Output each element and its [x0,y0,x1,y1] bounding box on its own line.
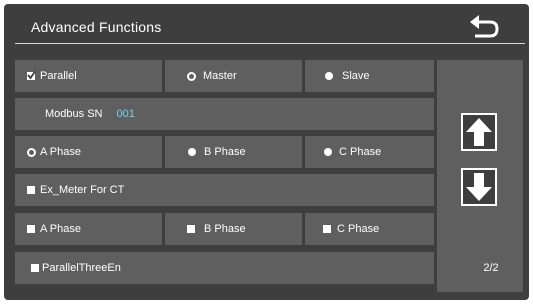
checkbox-unchecked-icon [323,225,331,233]
radio-selected-icon [27,147,36,157]
back-arrow-icon [470,15,499,38]
radio-selected-icon [187,71,196,81]
a-phase-radio[interactable]: A Phase [15,136,162,168]
modbus-sn-field[interactable]: Modbus SN 001 [15,98,434,130]
checkbox-unchecked-icon [187,225,195,233]
checkbox-unchecked-icon [31,264,39,272]
advanced-functions-screen: Advanced Functions Parallel Master Slave… [4,4,529,300]
ct-c-phase-checkbox[interactable]: C Phase [305,213,434,245]
ct-b-phase-label: B Phase [204,223,246,235]
title-divider [15,43,525,44]
radio-unselected-icon [324,148,332,156]
parallel-three-en-label: ParallelThreeEn [42,262,121,274]
checkbox-unchecked-icon [27,186,35,194]
check-icon [27,70,36,80]
ct-a-phase-checkbox[interactable]: A Phase [15,213,162,245]
c-phase-radio[interactable]: C Phase [305,136,434,168]
ex-meter-checkbox[interactable]: Ex_Meter For CT [15,174,434,206]
radio-unselected-icon [188,148,196,156]
modbus-sn-value: 001 [116,108,135,120]
parallel-label: Parallel [40,70,77,82]
a-phase-label: A Phase [40,146,81,158]
ct-c-phase-label: C Phase [337,223,380,235]
page-down-button[interactable] [461,168,497,206]
ct-b-phase-checkbox[interactable]: B Phase [165,213,302,245]
ct-a-phase-label: A Phase [40,223,81,235]
checkbox-unchecked-icon [27,225,35,233]
back-button[interactable] [466,12,502,42]
parallel-checkbox[interactable]: Parallel [15,60,162,92]
page-indicator: 2/2 [483,262,499,274]
slave-label: Slave [342,70,370,82]
down-arrow-icon [466,173,492,201]
parallel-three-en-checkbox[interactable]: ParallelThreeEn [15,252,434,284]
b-phase-radio[interactable]: B Phase [165,136,302,168]
page-up-button[interactable] [461,113,497,151]
up-arrow-icon [466,118,492,146]
checkbox-checked-icon [27,70,36,80]
c-phase-label: C Phase [339,146,382,158]
ex-meter-label: Ex_Meter For CT [40,184,125,196]
page-title: Advanced Functions [31,19,162,35]
radio-unselected-icon [325,72,333,80]
master-label: Master [203,70,237,82]
slave-radio[interactable]: Slave [305,60,434,92]
master-radio[interactable]: Master [165,60,302,92]
modbus-sn-label: Modbus SN [45,108,103,120]
b-phase-label: B Phase [204,146,246,158]
